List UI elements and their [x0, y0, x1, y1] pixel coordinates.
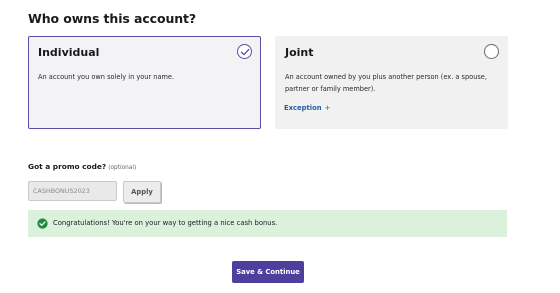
promo-code-label: Got a promo code? (optional) — [28, 162, 136, 171]
option-description-joint: An account owned by you plus another per… — [285, 73, 487, 93]
option-description-individual: An account you own solely in your name. — [38, 73, 175, 81]
save-continue-button[interactable]: Save & Continue — [232, 261, 304, 283]
option-title-individual: Individual — [38, 46, 100, 59]
radio-individual[interactable] — [237, 44, 252, 59]
check-circle-icon — [37, 218, 48, 229]
success-message: Congratulations! You're on your way to g… — [53, 219, 278, 227]
option-card-individual[interactable]: Individual An account you own solely in … — [28, 36, 261, 129]
radio-joint[interactable] — [484, 44, 499, 59]
page-title: Who owns this account? — [28, 11, 197, 26]
exception-link[interactable]: Exception + — [284, 104, 330, 112]
exception-link-label: Exception — [284, 104, 322, 112]
promo-code-label-text: Got a promo code? — [28, 162, 107, 171]
success-banner: Congratulations! You're on your way to g… — [28, 210, 507, 237]
option-title-joint: Joint — [285, 46, 314, 59]
optional-label: (optional) — [108, 165, 137, 171]
option-card-joint[interactable]: Joint An account owned by you plus anoth… — [275, 36, 508, 129]
apply-button[interactable]: Apply — [123, 181, 161, 203]
checkmark-icon — [240, 48, 250, 56]
plus-icon: + — [324, 104, 331, 112]
promo-code-input[interactable] — [28, 181, 117, 201]
